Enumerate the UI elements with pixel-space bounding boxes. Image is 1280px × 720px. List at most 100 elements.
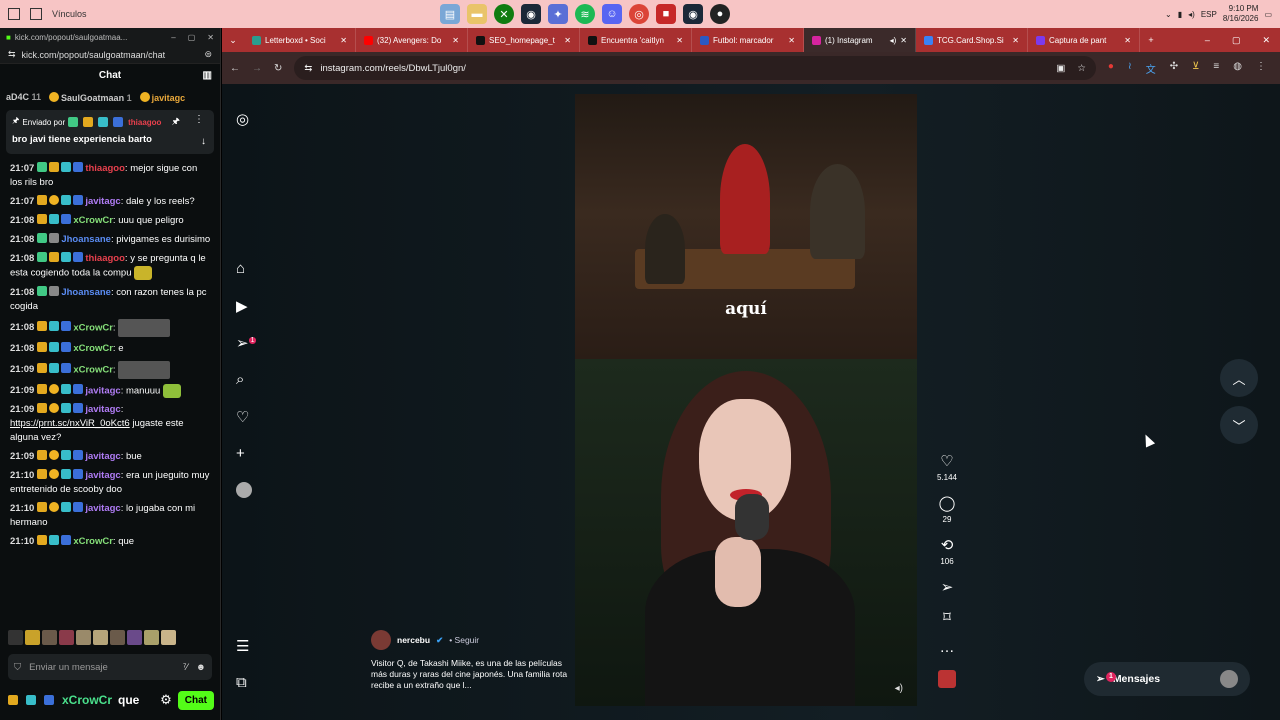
back-icon[interactable]: ←: [230, 63, 240, 74]
extensions-puzzle-icon[interactable]: ✣: [1170, 61, 1178, 76]
show-desktop-icon[interactable]: [8, 8, 20, 20]
shield-icon[interactable]: ⛉: [14, 662, 21, 673]
links-toolbar-label[interactable]: Vínculos: [52, 9, 87, 19]
gifter-name[interactable]: SaulGoatmaan: [61, 93, 124, 103]
menu-kebab-icon[interactable]: ⋮: [1256, 61, 1266, 76]
site-info-icon[interactable]: ⇆: [8, 49, 16, 60]
emote-thumb[interactable]: [110, 630, 125, 645]
emote-picker-icon[interactable]: ⁷⁄: [183, 662, 188, 673]
red-app-icon[interactable]: ■: [656, 4, 676, 24]
msg-user[interactable]: Jhoansane: [61, 234, 111, 245]
instagram-logo-icon[interactable]: ◎: [236, 110, 249, 128]
msg-user[interactable]: Jhoansane: [61, 287, 111, 298]
msg-user[interactable]: javitagc: [85, 470, 120, 481]
network-app-icon[interactable]: ✦: [548, 4, 568, 24]
reel-video[interactable]: aquí ◂): [575, 94, 917, 706]
forward-icon[interactable]: →: [252, 63, 262, 74]
tab-futbol[interactable]: Futbol: marcador ✕: [692, 28, 804, 52]
menu-icon[interactable]: ☰: [236, 637, 249, 655]
audio-thumbnail[interactable]: [938, 670, 956, 688]
close-tab-icon[interactable]: ✕: [564, 36, 571, 45]
like-action[interactable]: ♡ 5.144: [937, 454, 957, 483]
pinned-by-user[interactable]: thiaagoo: [128, 118, 161, 127]
install-app-icon[interactable]: ▣: [1056, 63, 1065, 74]
comment-icon[interactable]: ◯: [939, 496, 956, 512]
chat-send-button[interactable]: Chat: [177, 690, 214, 710]
gear-icon[interactable]: ⚙: [160, 692, 172, 708]
emote-thumb[interactable]: [144, 630, 159, 645]
tab-tiktok-seo[interactable]: SEO_homepage_t ✕: [468, 28, 580, 52]
create-plus-icon[interactable]: +: [236, 445, 245, 462]
maximize-icon[interactable]: ▢: [1232, 35, 1241, 46]
follow-button[interactable]: • Seguir: [449, 635, 479, 645]
chat-input[interactable]: ⛉ Enviar un mensaje ⁷⁄ ☻: [8, 654, 212, 680]
more-dots-icon[interactable]: …: [940, 640, 955, 656]
close-icon[interactable]: ✕: [1262, 35, 1270, 46]
author-username[interactable]: nercebu: [397, 635, 430, 645]
extension-translate-icon[interactable]: 文: [1146, 61, 1156, 76]
share-action[interactable]: ➢: [941, 580, 954, 596]
search-icon[interactable]: ⌕: [236, 371, 244, 388]
save-action[interactable]: ⌑: [943, 610, 951, 626]
bookmark-star-icon[interactable]: ☆: [1077, 63, 1086, 74]
author-avatar[interactable]: [371, 630, 391, 650]
heart-icon[interactable]: ♡: [940, 454, 953, 470]
site-info-icon[interactable]: ⇆: [304, 63, 312, 74]
clock[interactable]: 9:10 PM 8/16/2026: [1223, 4, 1259, 24]
msg-user[interactable]: xCrowCr: [73, 322, 113, 333]
msg-user[interactable]: javitagc: [85, 503, 120, 514]
tab-instagram[interactable]: (1) Instagram ◂) ✕: [804, 28, 916, 52]
spotify-icon[interactable]: ≋: [575, 4, 595, 24]
omnibox-url[interactable]: instagram.com/reels/DbwLTjul0gn/: [320, 63, 466, 74]
emote-thumb[interactable]: [127, 630, 142, 645]
msg-user[interactable]: xCrowCr: [73, 215, 113, 226]
gifter-name[interactable]: aD4C: [6, 92, 29, 102]
home-icon[interactable]: ⌂: [236, 260, 245, 277]
close-tab-icon[interactable]: ✕: [1124, 36, 1131, 45]
repost-action[interactable]: ⟲ 106: [940, 538, 953, 567]
tab-letterboxd[interactable]: Letterboxd • Soci ✕: [244, 28, 356, 52]
emote-thumb[interactable]: [59, 630, 74, 645]
folder-icon[interactable]: ▬: [467, 4, 487, 24]
tab-tiktok-search[interactable]: Encuentra 'caitlyn ✕: [580, 28, 692, 52]
emote-thumb[interactable]: [161, 630, 176, 645]
close-tab-icon[interactable]: ✕: [788, 36, 795, 45]
tab-search-icon[interactable]: ⌄: [222, 35, 244, 46]
steam-icon-2[interactable]: ◉: [683, 4, 703, 24]
msg-user[interactable]: javitagc: [85, 385, 120, 396]
msg-user[interactable]: xCrowCr: [73, 536, 113, 547]
close-tab-icon[interactable]: ✕: [1012, 36, 1019, 45]
audio-action[interactable]: [938, 670, 956, 688]
minimize-icon[interactable]: –: [1205, 35, 1210, 46]
emote-thumb[interactable]: [42, 630, 57, 645]
share-icon[interactable]: ➢: [941, 580, 954, 596]
battery-icon[interactable]: ▮: [1178, 10, 1182, 19]
more-options-icon[interactable]: ⋮: [194, 114, 204, 125]
new-tab-icon[interactable]: +: [1140, 35, 1162, 45]
minimize-icon[interactable]: –: [171, 33, 175, 42]
chrome-icon[interactable]: ◎: [629, 4, 649, 24]
chat-input-placeholder[interactable]: Enviar un mensaje: [29, 662, 108, 673]
volume-icon[interactable]: ◂): [1188, 10, 1195, 19]
msg-user[interactable]: javitagc: [85, 451, 120, 462]
emoji-icon[interactable]: ☻: [196, 662, 206, 673]
more-action[interactable]: …: [940, 640, 955, 656]
task-view-icon[interactable]: [30, 8, 42, 20]
msg-user[interactable]: thiaagoo: [85, 253, 125, 264]
msg-user[interactable]: javitagc: [85, 196, 120, 207]
msg-user[interactable]: xCrowCr: [73, 364, 113, 375]
close-tab-icon[interactable]: ✕: [452, 36, 459, 45]
tab-youtube[interactable]: (32) Avengers: Do ✕: [356, 28, 468, 52]
stats-icon[interactable]: ▥: [203, 70, 212, 81]
close-tab-icon[interactable]: ✕: [340, 36, 347, 45]
profile-avatar[interactable]: [236, 482, 252, 498]
tab-tcg[interactable]: TCG.Card.Shop.Si ✕: [916, 28, 1028, 52]
omnibox[interactable]: ⇆ instagram.com/reels/DbwLTjul0gn/ ▣ ☆: [294, 56, 1096, 80]
emote-thumb[interactable]: [25, 630, 40, 645]
obs-icon[interactable]: ●: [710, 4, 730, 24]
notifications-icon[interactable]: ▭: [1264, 10, 1272, 19]
msg-user[interactable]: javitagc: [85, 404, 120, 415]
close-icon[interactable]: ✕: [207, 33, 214, 42]
media-controls-icon[interactable]: ≡: [1213, 61, 1219, 76]
download-icon[interactable]: ⊜: [204, 49, 212, 60]
